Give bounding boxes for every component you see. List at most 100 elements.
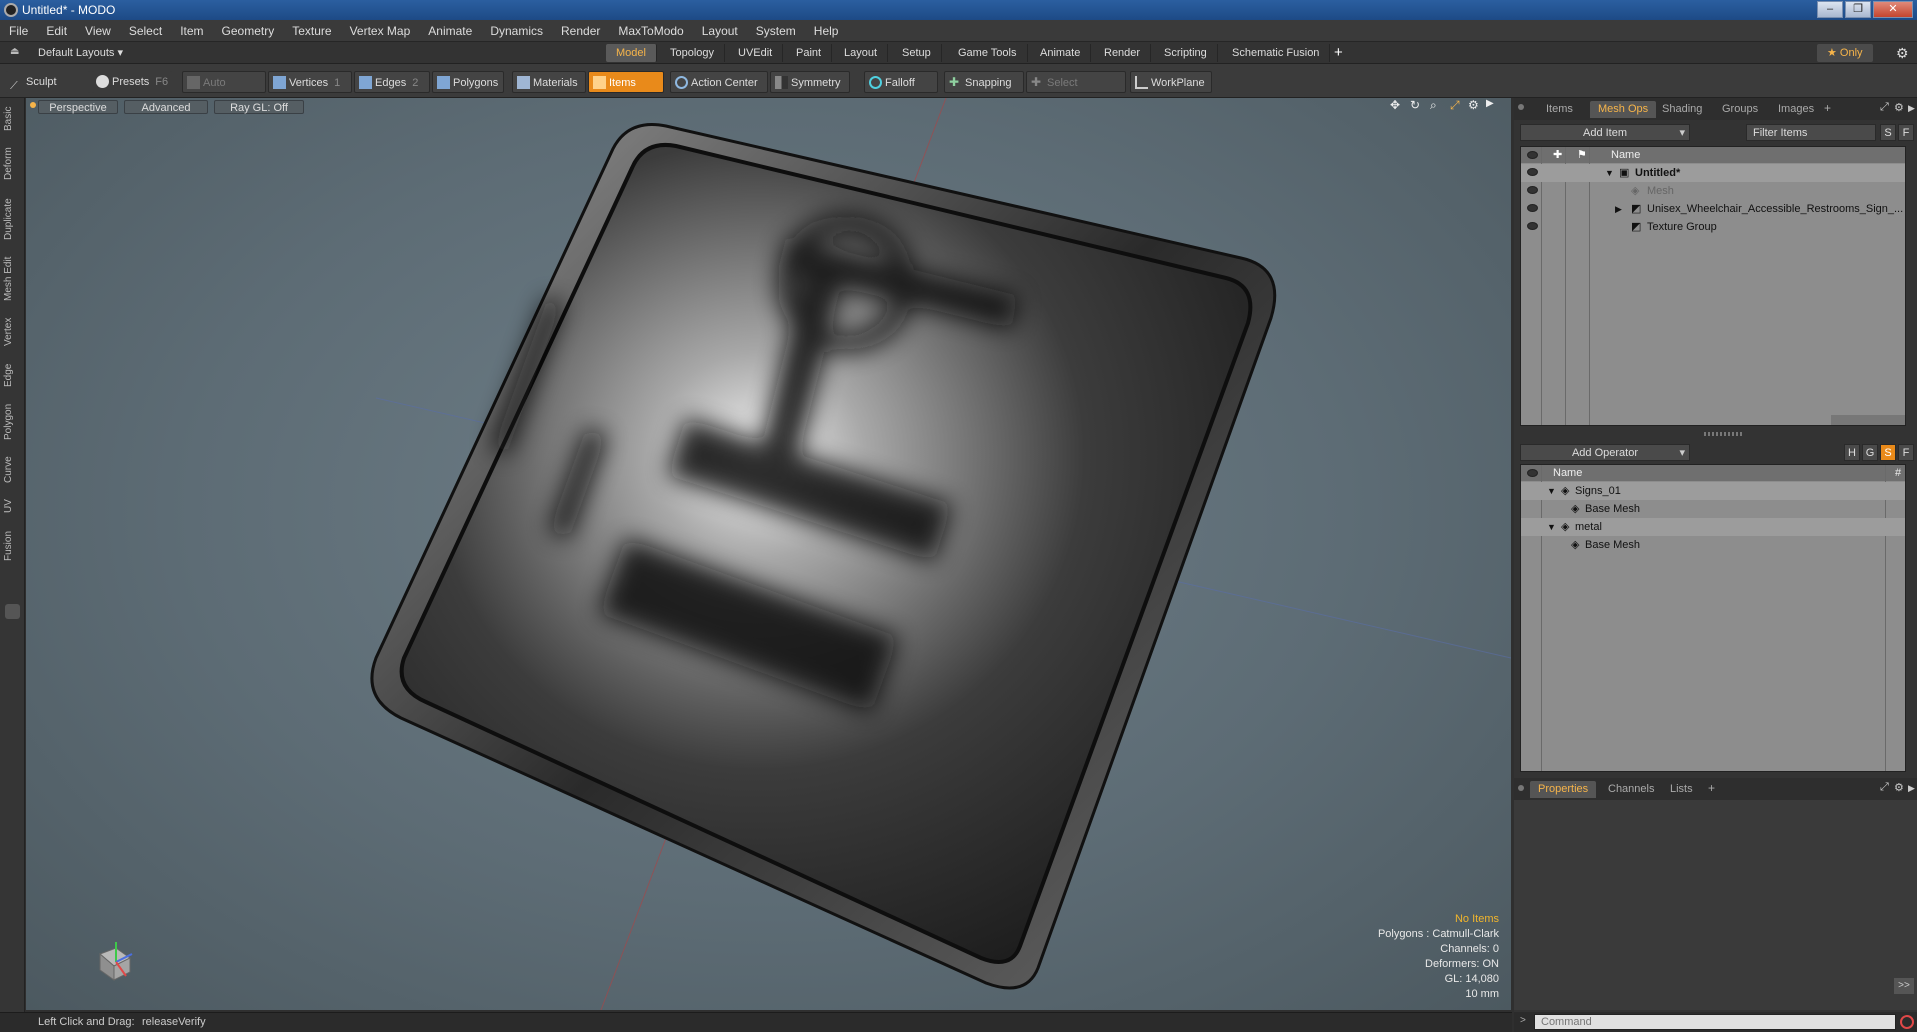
tab-animate[interactable]: Animate xyxy=(1030,44,1092,62)
menu-edit[interactable]: Edit xyxy=(37,24,76,38)
panel-options-icon[interactable] xyxy=(1518,785,1524,791)
tab-uvedit[interactable]: UVEdit xyxy=(728,44,784,62)
add-operator-dropdown[interactable]: Add Operator ▾ xyxy=(1520,444,1690,461)
polygons-button[interactable]: Polygons xyxy=(432,71,504,93)
tree-row-mesh[interactable]: ◈ Mesh xyxy=(1521,182,1905,200)
add-tab-icon[interactable]: + xyxy=(1824,101,1831,115)
layout-toggle-icon[interactable]: ⏏ xyxy=(10,47,20,57)
filter-f-button[interactable]: F xyxy=(1898,124,1914,141)
presets-button[interactable]: Presets F6 xyxy=(92,71,172,93)
tab-game-tools[interactable]: Game Tools xyxy=(948,44,1028,62)
tab-properties[interactable]: Properties xyxy=(1530,781,1597,798)
op-row-signs01[interactable]: ▼ ◈ Signs_01 xyxy=(1521,482,1905,500)
tree-row-untitled[interactable]: ▼ ▣ Untitled* xyxy=(1521,164,1905,182)
advanced-dropdown[interactable]: Advanced xyxy=(124,100,208,114)
panel-options-icon[interactable] xyxy=(1518,104,1524,110)
pan-icon[interactable]: ✥ xyxy=(1390,98,1400,112)
panel-gear-icon[interactable]: ⚙ xyxy=(1894,101,1904,114)
expand-panel-icon[interactable]: ⤢ xyxy=(1880,101,1889,114)
tree-row-texture-group[interactable]: ◩ Texture Group xyxy=(1521,218,1905,236)
close-button[interactable]: ✕ xyxy=(1873,1,1913,18)
collapse-arrow-icon[interactable]: ▼ xyxy=(1547,518,1556,536)
action-center-button[interactable]: Action Center xyxy=(670,71,768,93)
tab-vertex[interactable]: Vertex xyxy=(3,314,22,350)
visibility-eye-icon[interactable] xyxy=(1527,186,1538,194)
menu-layout[interactable]: Layout xyxy=(693,24,747,38)
strip-toggle-icon[interactable] xyxy=(5,604,20,619)
visibility-eye-icon[interactable] xyxy=(1527,168,1538,176)
ops-h-button[interactable]: H xyxy=(1844,444,1860,461)
add-tab-icon[interactable]: + xyxy=(1708,781,1715,795)
collapse-arrow-icon[interactable]: ▼ xyxy=(1547,482,1556,500)
tab-groups[interactable]: Groups xyxy=(1714,101,1766,118)
visibility-eye-icon[interactable] xyxy=(1527,222,1538,230)
op-row-metal[interactable]: ▼ ◈ metal xyxy=(1521,518,1905,536)
tab-lists[interactable]: Lists xyxy=(1662,781,1701,798)
menu-vertex-map[interactable]: Vertex Map xyxy=(341,24,420,38)
minimize-button[interactable]: ‒ xyxy=(1817,1,1843,18)
record-icon[interactable] xyxy=(1900,1015,1914,1029)
fit-icon[interactable]: ⤢ xyxy=(1450,98,1460,113)
viewport-arrow-icon[interactable]: ▶ xyxy=(1486,98,1494,109)
select-through-button[interactable]: ✚Select Through xyxy=(1026,71,1126,111)
tab-render[interactable]: Render xyxy=(1094,44,1152,62)
tab-channels[interactable]: Channels xyxy=(1600,781,1662,798)
symmetry-button[interactable]: Symmetry xyxy=(770,71,850,93)
menu-geometry[interactable]: Geometry xyxy=(213,24,284,38)
snapping-button[interactable]: ✚ Snapping xyxy=(944,71,1024,93)
default-layouts-dropdown[interactable]: Default Layouts ▾ xyxy=(38,46,123,59)
expand-arrow-icon[interactable]: ▶ xyxy=(1615,200,1622,218)
menu-file[interactable]: File xyxy=(0,24,37,38)
viewport-options-icon[interactable] xyxy=(30,102,36,108)
menu-texture[interactable]: Texture xyxy=(283,24,340,38)
menu-system[interactable]: System xyxy=(747,24,805,38)
zoom-icon[interactable]: ⌕ xyxy=(1430,98,1437,113)
tab-setup[interactable]: Setup xyxy=(892,44,942,62)
settings-gear-icon[interactable]: ⚙ xyxy=(1896,45,1909,62)
menu-item[interactable]: Item xyxy=(171,24,212,38)
menu-help[interactable]: Help xyxy=(805,24,848,38)
tab-topology[interactable]: Topology xyxy=(660,44,726,62)
tab-duplicate[interactable]: Duplicate xyxy=(3,194,22,244)
tab-deform[interactable]: Deform xyxy=(3,144,22,184)
raygl-toggle[interactable]: Ray GL: Off xyxy=(214,100,304,114)
filter-items-input[interactable]: Filter Items xyxy=(1746,124,1876,141)
falloff-button[interactable]: Falloff xyxy=(864,71,938,93)
command-input[interactable] xyxy=(1534,1014,1896,1030)
ops-f-button[interactable]: F xyxy=(1898,444,1914,461)
menu-dynamics[interactable]: Dynamics xyxy=(481,24,552,38)
op-row-base-mesh[interactable]: ◈ Base Mesh xyxy=(1521,536,1905,554)
ops-s-button[interactable]: S xyxy=(1880,444,1896,461)
only-toggle[interactable]: ★ Only xyxy=(1817,44,1873,62)
tab-layout[interactable]: Layout xyxy=(834,44,889,62)
tree-scrollbar[interactable] xyxy=(1831,415,1905,425)
panel-arrow-icon[interactable]: ▶ xyxy=(1908,783,1915,794)
rotate-icon[interactable]: ↻ xyxy=(1410,98,1420,112)
tab-scripting[interactable]: Scripting xyxy=(1154,44,1218,62)
add-layout-icon[interactable]: + xyxy=(1334,44,1343,61)
tab-curve[interactable]: Curve xyxy=(3,454,22,486)
tab-mesh-edit[interactable]: Mesh Edit xyxy=(3,254,22,304)
expand-properties-button[interactable]: >> xyxy=(1894,978,1914,994)
sculpt-button[interactable]: ⟋ Sculpt xyxy=(6,71,90,93)
panel-gear-icon[interactable]: ⚙ xyxy=(1894,781,1904,794)
menu-animate[interactable]: Animate xyxy=(419,24,481,38)
tab-paint[interactable]: Paint xyxy=(786,44,833,62)
menu-render[interactable]: Render xyxy=(552,24,609,38)
item-tree[interactable]: ✚ ⚑ Name ▼ ▣ Untitled* ◈ Mesh ▶ ◩ Unisex… xyxy=(1520,146,1906,426)
tab-fusion[interactable]: Fusion xyxy=(3,526,22,566)
tab-edge[interactable]: Edge xyxy=(3,360,22,390)
auto-select-button[interactable]: Auto Select xyxy=(182,71,266,111)
edges-button[interactable]: Edges 2 xyxy=(354,71,430,93)
tab-mesh-ops[interactable]: Mesh Ops xyxy=(1590,101,1657,118)
3d-viewport[interactable]: Perspective Advanced Ray GL: Off ✥ ↻ ⌕ ⤢… xyxy=(26,98,1511,1010)
panel-arrow-icon[interactable]: ▶ xyxy=(1908,103,1915,114)
op-row-base-mesh[interactable]: ◈ Base Mesh xyxy=(1521,500,1905,518)
perspective-dropdown[interactable]: Perspective xyxy=(38,100,118,114)
tab-items[interactable]: Items xyxy=(1538,101,1581,118)
items-button[interactable]: Items xyxy=(588,71,664,93)
splitter-handle[interactable] xyxy=(1704,432,1744,436)
vertices-button[interactable]: Vertices 1 xyxy=(268,71,352,93)
tab-polygon[interactable]: Polygon xyxy=(3,400,22,444)
tab-uv[interactable]: UV xyxy=(3,496,22,516)
